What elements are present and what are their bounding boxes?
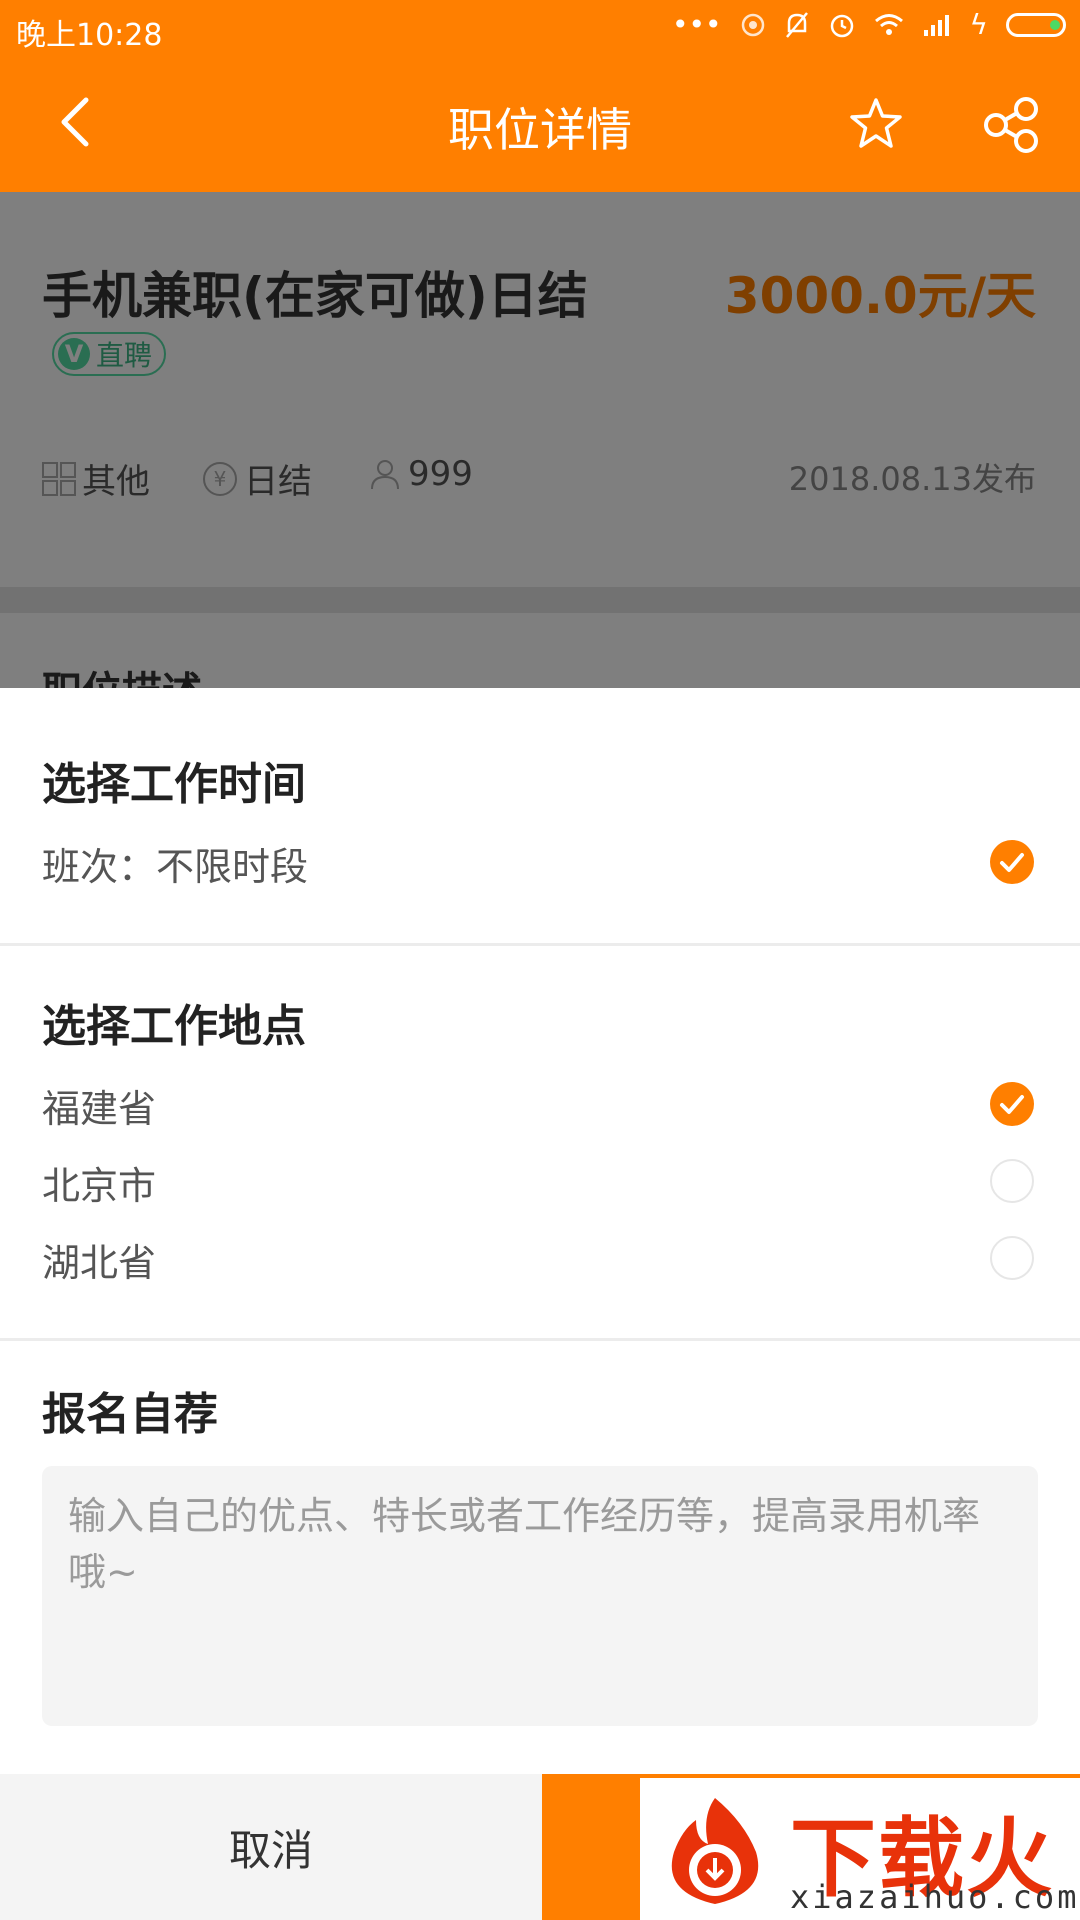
checkmark-icon[interactable] [990,1082,1034,1126]
yen-icon: ¥ [203,461,237,496]
status-bar: 晚上10:28 ••• ϟ [0,0,1080,56]
charging-icon: ϟ [969,8,988,41]
svg-text:¥: ¥ [214,467,227,491]
headcount-value: 999 [408,454,473,494]
grid-icon [42,461,76,496]
more-dots-icon: ••• [671,8,722,41]
hotspot-icon [741,13,764,36]
job-title: 手机兼职(在家可做)日结 [42,267,588,325]
settlement-label: 日结 [244,462,312,502]
direct-hire-badge: V 直聘 [52,332,167,376]
star-icon[interactable] [848,96,904,152]
section-separator [0,587,1080,613]
watermark-url: xiazaihuo.com [790,1878,1080,1916]
wifi-icon [874,13,903,35]
work-location-title: 选择工作地点 [42,1001,306,1052]
work-time-title: 选择工作时间 [42,759,306,810]
nav-bar: 职位详情 [0,56,1080,192]
publish-date: 2018.08.13发布 [788,460,1036,498]
job-summary: 手机兼职(在家可做)日结 3000.0元/天 V 直聘 其他 ¥ 日结 999 … [0,192,1080,587]
shift-option-label[interactable]: 班次：不限时段 [42,836,308,891]
location-option-hubei[interactable]: 湖北省 [42,1232,156,1287]
mute-icon [785,11,808,38]
category-label: 其他 [82,462,150,502]
apply-bottom-sheet: 选择工作时间 班次：不限时段 选择工作地点 福建省 北京市 湖北省 报名自荐 输… [0,688,1080,1920]
self-intro-title: 报名自荐 [42,1389,218,1440]
status-time: 晚上10:28 [16,18,163,53]
location-option-fujian[interactable]: 福建省 [42,1078,156,1133]
checkmark-icon[interactable] [990,840,1034,884]
battery-icon [1006,12,1066,37]
job-settlement: ¥ 日结 [202,454,312,503]
location-option-beijing[interactable]: 北京市 [42,1155,156,1210]
self-intro-textarea[interactable]: 输入自己的优点、特长或者工作经历等，提高录用机率哦~ [42,1466,1038,1726]
description-title: 职位描述 [42,659,202,688]
watermark: 下载火 xiazaihuo.com [640,1778,1080,1920]
badge-label: 直聘 [96,339,153,372]
share-icon[interactable] [982,96,1040,154]
cancel-button[interactable]: 取消 [0,1774,542,1920]
signal-icon [923,14,949,36]
job-salary: 3000.0元/天 [724,267,1036,325]
unchecked-circle-icon[interactable] [990,1236,1034,1280]
job-headcount: 999 [368,454,473,494]
page-title: 职位详情 [448,103,632,157]
people-icon [371,460,399,490]
status-icons: ••• ϟ [672,8,1066,41]
alarm-icon [830,14,853,37]
divider [0,1338,1080,1341]
job-description-header: 职位描述 [0,613,1080,688]
verified-v-icon: V [58,338,90,370]
job-category: 其他 [42,454,150,503]
divider [0,943,1080,946]
unchecked-circle-icon[interactable] [990,1159,1034,1203]
flame-logo-icon [671,1798,759,1904]
